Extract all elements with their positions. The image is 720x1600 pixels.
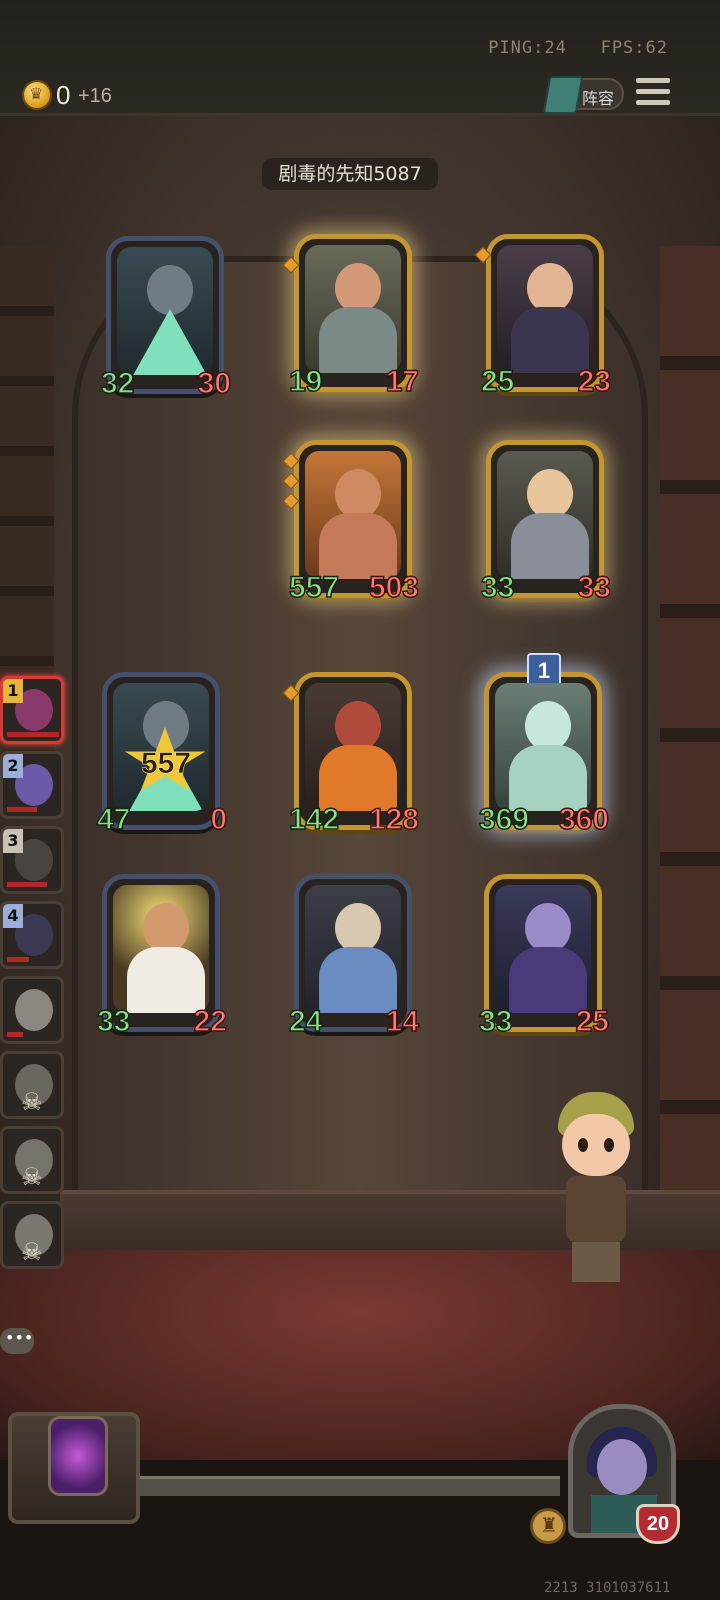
attack-value: 142: [288, 802, 340, 837]
ping-readout: PING:24: [488, 38, 567, 58]
attack-value: 33: [96, 1004, 131, 1039]
attack-value: 33: [480, 570, 515, 605]
crystal-orb-icon: [48, 1416, 108, 1496]
health-value: 360: [558, 802, 610, 837]
sorceress-portrait: [495, 885, 591, 1013]
health-value: 0: [210, 802, 228, 837]
chat-icon[interactable]: [0, 1328, 34, 1354]
roster-slot-1[interactable]: 1: [0, 676, 64, 744]
lumberjack-portrait: [305, 245, 401, 373]
skull-icon: ☠: [21, 1163, 43, 1191]
shark-portrait: [117, 247, 213, 375]
enemy-minion-3[interactable]: 25 23: [474, 234, 612, 399]
attack-value: 369: [478, 802, 530, 837]
enemy-name-plate: 剧毒的先知5087: [262, 158, 438, 190]
roster-slot-2[interactable]: 2: [0, 751, 64, 819]
knight-portrait: [497, 451, 593, 579]
player-minion-6[interactable]: 33 25: [478, 874, 610, 1039]
health-value: 23: [577, 364, 612, 399]
skull-icon: ☠: [21, 1238, 43, 1266]
enemy-minion-2[interactable]: 19 17: [282, 234, 420, 399]
health-value: 22: [193, 1004, 228, 1039]
roster-slot-5[interactable]: [0, 976, 64, 1044]
build-id: 2213 3101037611: [544, 1580, 671, 1596]
enemy-minion-5[interactable]: 33 33: [480, 440, 612, 605]
lineup-label: 阵容: [582, 89, 615, 108]
health-value: 14: [385, 1004, 420, 1039]
rank-badge: 2: [3, 754, 23, 778]
opponent-roster: 1 2 3 4 ☠ ☠ ☠: [0, 676, 70, 1276]
rank-badge: 1: [3, 679, 23, 703]
menu-icon[interactable]: [636, 78, 670, 108]
roster-slot-6[interactable]: ☠: [0, 1051, 64, 1119]
attack-value: 47: [96, 802, 131, 837]
roster-slot-3[interactable]: 3: [0, 826, 64, 894]
book-icon: [542, 76, 584, 114]
player-minion-3[interactable]: 1 369 360: [478, 653, 610, 837]
network-status: PING:24 FPS:62: [488, 38, 668, 58]
health-value: 17: [385, 364, 420, 399]
enemy-minion-1[interactable]: 32 30: [100, 236, 232, 401]
health-value: 25: [575, 1004, 610, 1039]
attack-value: 32: [100, 366, 135, 401]
player-minion-5[interactable]: 24 14: [288, 874, 420, 1039]
roster-slot-4[interactable]: 4: [0, 901, 64, 969]
player-minion-1[interactable]: 557 47 0: [96, 672, 228, 837]
enemy-minion-4[interactable]: 557 503: [282, 440, 420, 605]
attack-value: 24: [288, 1004, 323, 1039]
health-value: 30: [197, 366, 232, 401]
health-value: 33: [577, 570, 612, 605]
attack-value: 19: [288, 364, 323, 399]
player-minion-4[interactable]: 33 22: [96, 874, 228, 1039]
coin-icon: [22, 80, 52, 110]
damage-value: 557: [140, 747, 192, 781]
attack-value: 25: [480, 364, 515, 399]
bottom-rail: [140, 1476, 560, 1496]
spirit-horse-portrait: [495, 683, 591, 811]
priestess-portrait: [113, 885, 209, 1013]
rank-badge: 3: [3, 829, 23, 853]
roster-slot-7[interactable]: ☠: [0, 1126, 64, 1194]
gold-amount: 0: [56, 80, 71, 110]
attack-value: 33: [478, 1004, 513, 1039]
top-bar: PING:24 FPS:62 0 +16 阵容: [0, 0, 720, 116]
roster-slot-8[interactable]: ☠: [0, 1201, 64, 1269]
tavern-icon[interactable]: [530, 1508, 566, 1544]
pirate-portrait: [497, 245, 593, 373]
dragon-portrait: [305, 683, 401, 811]
bookshelf-right: [660, 246, 720, 1306]
player-minion-2[interactable]: 142 128: [282, 672, 420, 837]
health-value: 128: [368, 802, 420, 837]
attack-value: 557: [288, 570, 340, 605]
skull-icon: ☠: [21, 1088, 43, 1116]
lineup-button[interactable]: 阵容: [542, 76, 624, 114]
gold-income: +16: [78, 85, 112, 107]
fps-readout: FPS:62: [600, 38, 668, 58]
health-value: 503: [368, 570, 420, 605]
brawler-portrait: [305, 451, 401, 579]
player-health-badge: 20: [636, 1504, 680, 1544]
king-portrait: [305, 885, 401, 1013]
hero-power-panel[interactable]: [8, 1412, 140, 1524]
rank-badge: 4: [3, 904, 23, 928]
player-hero-character: [548, 1092, 644, 1288]
